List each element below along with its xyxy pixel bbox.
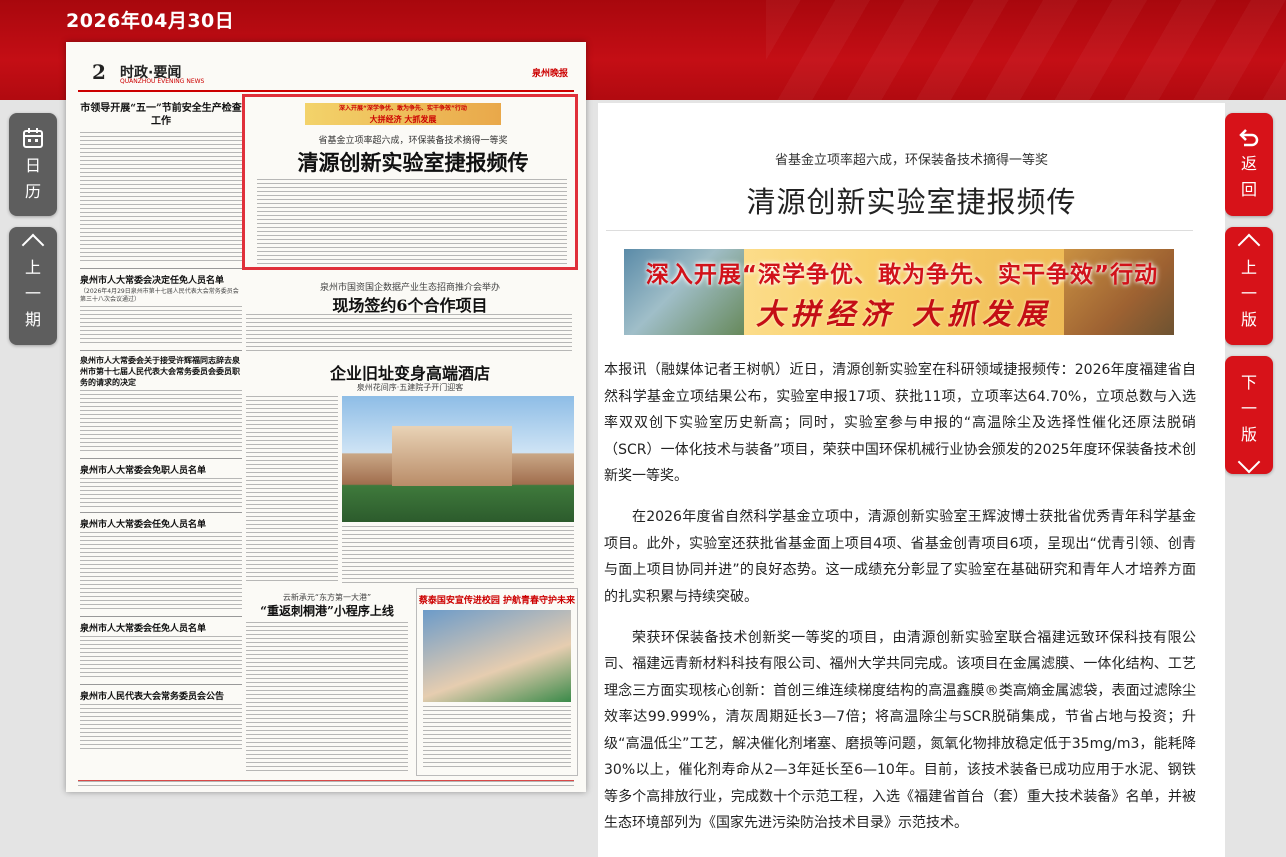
prev-page-label-1: 上 — [1240, 258, 1257, 277]
prev-page-label-3: 版 — [1240, 310, 1257, 329]
divider — [80, 512, 242, 513]
prev-issue-button[interactable]: 上 一 期 — [9, 227, 57, 345]
issue-date: 2026年04月30日 — [66, 10, 235, 32]
left-headline-7[interactable]: 泉州市人民代表大会常务委员会公告 — [80, 689, 242, 702]
divider — [80, 684, 242, 685]
school-photo — [423, 610, 571, 702]
mini-campaign-banner: 深入开展“深学争优、敢为争先、实干争效”行动 大拼经济 大抓发展 — [305, 103, 501, 125]
left-column: 市领导开展“五一”节前安全生产检查工作 泉州市人大常委会决定任免人员名单 （20… — [80, 96, 242, 776]
divider — [80, 268, 242, 269]
article-body: 本报讯（融媒体记者王树帆）近日，清源创新实验室在科研领域捷报频传：2026年度福… — [604, 357, 1196, 851]
text-block — [80, 532, 242, 612]
text-block — [80, 132, 242, 264]
left-headline-4[interactable]: 泉州市人大常委会免职人员名单 — [80, 463, 242, 476]
return-arrow-icon — [1239, 129, 1259, 147]
calendar-label-1: 日 — [24, 156, 41, 175]
paragraph-1: 本报讯（融媒体记者王树帆）近日，清源创新实验室在科研领域捷报频传：2026年度福… — [604, 362, 1196, 484]
dateline-2: （2026年4月29日泉州市第十七届人民代表大会常务委员会第三十八次会议通过） — [80, 288, 239, 303]
divider — [80, 458, 242, 459]
text-block — [80, 704, 242, 752]
next-page-button[interactable]: 下 一 版 — [1225, 356, 1273, 474]
highlight-text — [257, 179, 567, 265]
text-block — [80, 306, 242, 346]
left-headline-1[interactable]: 市领导开展“五一”节前安全生产检查工作 — [80, 102, 242, 128]
left-headline-6[interactable]: 泉州市人大常委会任免人员名单 — [80, 621, 242, 634]
hotel-photo — [342, 396, 574, 522]
story3-title[interactable]: 企业旧址变身高端酒店 — [242, 360, 578, 384]
next-page-label-1: 下 — [1240, 373, 1257, 392]
banner-line2: 大拼经济 大抓发展 — [755, 297, 1053, 331]
article-title: 清源创新实验室捷报频传 — [746, 185, 1077, 219]
article-panel: 省基金立项率超六成，环保装备技术摘得一等奖 清源创新实验室捷报频传 深入开展“深… — [598, 103, 1225, 857]
campaign-banner: 深入开展“深学争优、敢为争先、实干争效”行动 大拼经济 大抓发展 — [624, 249, 1174, 335]
story5-box[interactable]: 蔡泰国安宣传进校园 护航青春守护未来 — [416, 588, 578, 776]
back-label-1: 返 — [1240, 154, 1257, 173]
left-headline-3[interactable]: 泉州市人大常委会关于接受许辉福同志辞去泉州市第十七届人民代表大会常务委员会委员职… — [80, 355, 242, 388]
left-headline-5[interactable]: 泉州市人大常委会任免人员名单 — [80, 517, 242, 530]
text-block — [80, 478, 242, 508]
story4-text — [246, 622, 408, 772]
story5-text — [423, 706, 571, 768]
prev-issue-label-3: 期 — [24, 310, 41, 329]
prev-page-button[interactable]: 上 一 版 — [1225, 227, 1273, 345]
chevron-down-icon — [1237, 450, 1261, 474]
story3-text — [246, 396, 338, 584]
article-subtitle: 省基金立项率超六成，环保装备技术摘得一等奖 — [774, 153, 1048, 168]
page-footer — [78, 780, 574, 789]
highlight-subtitle: 省基金立项率超六成，环保装备技术摘得一等奖 — [318, 136, 508, 146]
story3-subtitle: 泉州花间序·五建院子开门迎客 — [356, 383, 464, 392]
paragraph-3: 荣获环保装备技术创新奖一等奖的项目，由清源创新实验室联合福建远致环保科技有限公司… — [604, 629, 1196, 832]
highlighted-article-area[interactable]: 深入开展“深学争优、敢为争先、实干争效”行动 大拼经济 大抓发展 省基金立项率超… — [242, 94, 578, 270]
chevron-up-icon — [1237, 233, 1261, 257]
story2-title[interactable]: 现场签约6个合作项目 — [242, 292, 578, 316]
hotel-building — [392, 426, 512, 486]
left-headline-2[interactable]: 泉州市人大常委会决定任免人员名单 — [80, 273, 242, 286]
mini-banner-line1: 深入开展“深学争优、敢为争先、实干争效”行动 — [339, 105, 467, 112]
prev-issue-label-1: 上 — [24, 258, 41, 277]
section-name-en: QUANZHOU EVENING NEWS — [120, 78, 205, 85]
prev-issue-label-2: 一 — [24, 284, 41, 303]
divider — [80, 350, 242, 351]
newspaper-page: 2 时政·要闻 QUANZHOU EVENING NEWS 泉州晚报 市领导开展… — [66, 42, 586, 792]
next-page-label-2: 一 — [1240, 399, 1257, 418]
story3-text-2 — [342, 526, 574, 584]
next-page-label-3: 版 — [1240, 425, 1257, 444]
text-block — [80, 390, 242, 454]
chevron-up-icon — [21, 233, 45, 257]
calendar-icon — [23, 128, 43, 148]
back-button[interactable]: 返 回 — [1225, 113, 1273, 216]
mini-banner-line2: 大拼经济 大抓发展 — [369, 115, 437, 124]
highlight-title: 清源创新实验室捷报频传 — [297, 150, 529, 175]
story5-title: 蔡泰国安宣传进校园 护航青春守护未来 — [418, 596, 576, 606]
page-number: 2 — [92, 60, 106, 84]
prev-page-label-2: 一 — [1240, 284, 1257, 303]
paragraph-2: 在2026年度省自然科学基金立项中，清源创新实验室王辉波博士获批省优秀青年科学基… — [604, 509, 1196, 605]
story4-title[interactable]: “重返刺桐港”小程序上线 — [242, 602, 412, 619]
back-label-2: 回 — [1240, 180, 1257, 199]
banner-line1: 深入开展“深学争优、敢为争先、实干争效”行动 — [645, 262, 1159, 288]
paper-logo: 泉州晚报 — [531, 69, 568, 79]
story2-text — [246, 314, 572, 354]
title-divider — [606, 230, 1193, 231]
text-block — [80, 636, 242, 680]
calendar-button[interactable]: 日 历 — [9, 113, 57, 216]
page-header: 2 时政·要闻 QUANZHOU EVENING NEWS 泉州晚报 — [78, 56, 574, 92]
divider — [80, 616, 242, 617]
calendar-label-2: 历 — [24, 182, 41, 201]
